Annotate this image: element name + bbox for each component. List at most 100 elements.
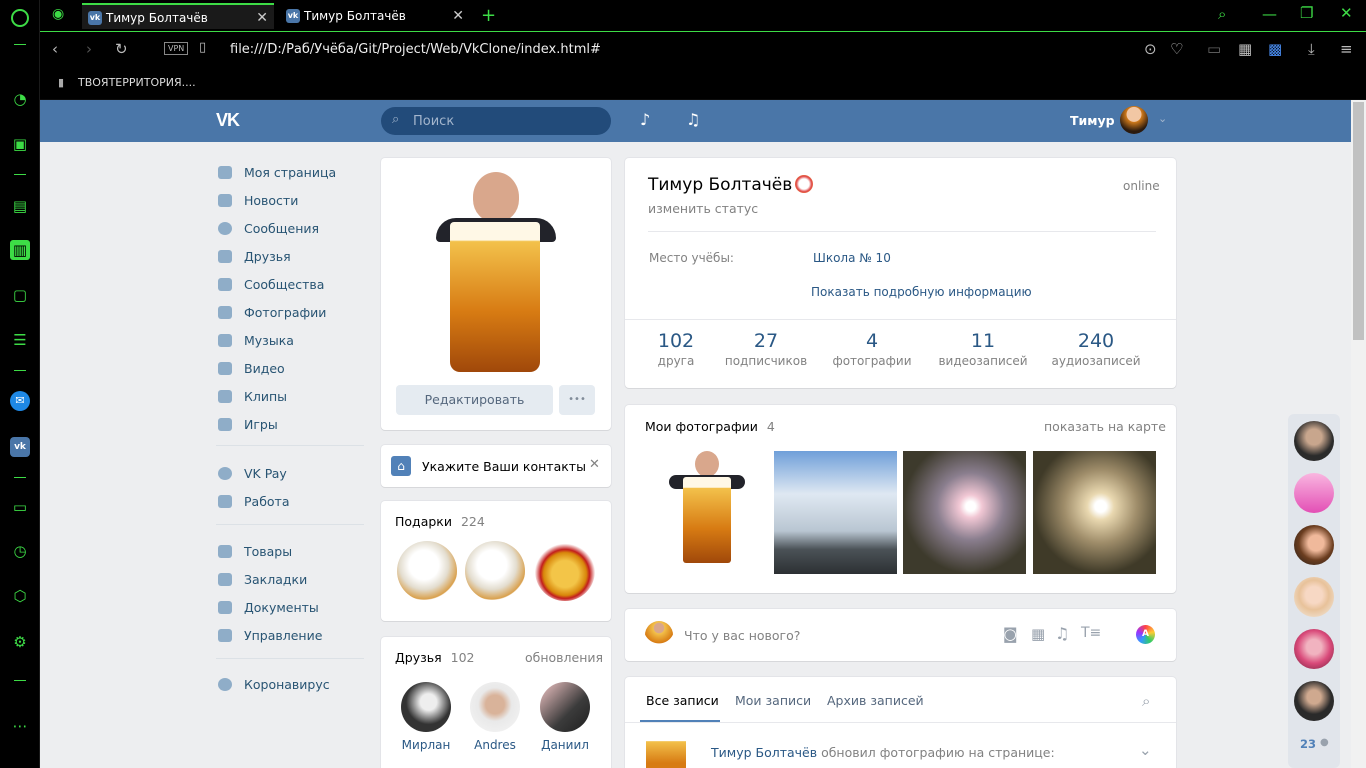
heart-icon[interactable]: ♡	[1170, 40, 1183, 58]
menu-item-music[interactable]: Музыка	[216, 330, 294, 352]
vk-logo[interactable]: VK	[216, 110, 240, 131]
avatar-picker-icon[interactable]: A	[1136, 625, 1155, 644]
extension-icon[interactable]: ▦	[1238, 40, 1252, 58]
notes-icon[interactable]: ☰	[10, 330, 30, 350]
tab-inactive[interactable]: vk Тимур Болтачёв ✕	[280, 3, 470, 29]
menu-icon[interactable]: ≡	[1340, 40, 1353, 58]
photo-thumbnail[interactable]	[1033, 451, 1156, 574]
stat-followers[interactable]: 27 подписчиков	[716, 330, 816, 368]
chevron-down-icon[interactable]: ⌄	[1139, 741, 1152, 759]
video-icon[interactable]: ▦	[1031, 625, 1045, 643]
chat-avatar[interactable]	[1294, 525, 1334, 565]
search-icon[interactable]: ⌕	[1142, 692, 1150, 710]
scrollbar-thumb[interactable]	[1353, 102, 1364, 340]
tab-active[interactable]: vk Тимур Болтачёв ✕	[82, 3, 274, 29]
reader-icon[interactable]: ▥	[10, 240, 30, 260]
change-status-link[interactable]: изменить статус	[648, 201, 758, 216]
chat-avatar[interactable]	[1294, 681, 1334, 721]
url-field[interactable]: file:///D:/Раб/Учёба/Git/Project/Web/VkC…	[230, 42, 601, 57]
forward-icon[interactable]: ›	[86, 40, 92, 58]
wall-tab-archive[interactable]: Архив записей	[827, 693, 924, 708]
messenger-icon[interactable]: ✉	[10, 391, 30, 411]
vk-messenger-icon[interactable]: vk	[10, 437, 30, 457]
menu-item-vkpay[interactable]: VK Pay	[216, 463, 287, 485]
edit-profile-button[interactable]: Редактировать	[396, 385, 553, 415]
chat-count[interactable]: 23	[1300, 737, 1316, 751]
chat-avatar[interactable]	[1294, 421, 1334, 461]
snapshot-icon[interactable]: ⊙	[1144, 40, 1157, 58]
menu-item-goods[interactable]: Товары	[216, 541, 292, 563]
menu-item-covid[interactable]: Коронавирус	[216, 674, 330, 696]
bookmark-item[interactable]: ТВОЯТЕРРИТОРИЯ....	[78, 76, 196, 89]
contacts-prompt-link[interactable]: Укажите Ваши контакты	[422, 459, 586, 474]
menu-item-news[interactable]: Новости	[216, 190, 298, 212]
show-on-map-link[interactable]: показать на карте	[1044, 419, 1166, 434]
wallet-icon[interactable]: ▭	[1207, 40, 1221, 58]
close-tab-icon[interactable]: ✕	[452, 3, 464, 29]
education-value[interactable]: Школа № 10	[813, 251, 891, 265]
friend-avatar[interactable]	[470, 682, 520, 732]
maximize-icon[interactable]: ❐	[1300, 4, 1313, 22]
user-name[interactable]: Тимур	[1070, 113, 1115, 128]
menu-item-bookmarks[interactable]: Закладки	[216, 569, 307, 591]
search-tabs-icon[interactable]: ⌕	[1218, 5, 1226, 23]
new-tab-icon[interactable]: +	[481, 5, 496, 26]
photo-thumbnail[interactable]	[645, 451, 768, 574]
gift-item[interactable]	[465, 541, 525, 601]
friend-avatar[interactable]	[540, 682, 590, 732]
menu-item-my-page[interactable]: Моя страница	[216, 162, 336, 184]
gamepad-icon[interactable]: ▢	[10, 285, 30, 305]
stat-audios[interactable]: 240 аудиозаписей	[1046, 330, 1146, 368]
friend-name[interactable]: Мирлан	[391, 738, 461, 752]
friends-title[interactable]: Друзья	[395, 650, 442, 665]
download-icon[interactable]: ⤓	[1308, 40, 1315, 58]
stat-videos[interactable]: 11 видеозаписей	[933, 330, 1033, 368]
music-icon[interactable]: ♫	[1055, 624, 1069, 643]
friend-avatar[interactable]	[401, 682, 451, 732]
friends-updates-link[interactable]: обновления	[525, 650, 603, 665]
extensions-icon[interactable]: ⬡	[10, 586, 30, 606]
photo-thumbnail[interactable]	[774, 451, 897, 574]
more-button[interactable]: •••	[559, 385, 595, 415]
user-avatar[interactable]	[1120, 106, 1148, 134]
menu-item-work[interactable]: Работа	[216, 491, 290, 513]
friend-name[interactable]: Andres	[460, 738, 530, 752]
composer-input[interactable]: Что у вас нового?	[684, 628, 800, 643]
menu-item-photos[interactable]: Фотографии	[216, 302, 326, 324]
game-tab-icon[interactable]: ◉	[52, 6, 64, 22]
workspace-icon[interactable]: ▤	[10, 196, 30, 216]
chat-avatar[interactable]	[1294, 577, 1334, 617]
chat-avatar[interactable]	[1294, 629, 1334, 669]
history-icon[interactable]: ◷	[10, 541, 30, 561]
photo-thumbnail[interactable]	[903, 451, 1026, 574]
music-icon[interactable]: ♫	[686, 110, 700, 129]
menu-item-video[interactable]: Видео	[216, 358, 285, 380]
text-format-icon[interactable]: T≡	[1081, 625, 1101, 641]
menu-item-groups[interactable]: Сообщества	[216, 274, 324, 296]
settings-icon[interactable]: ⚙	[10, 632, 30, 652]
news-feed-icon[interactable]: ▭	[10, 497, 30, 517]
scrollbar[interactable]	[1351, 100, 1366, 768]
show-more-info-link[interactable]: Показать подробную информацию	[811, 285, 1032, 299]
bell-icon[interactable]: ♪	[640, 110, 650, 129]
friend-name[interactable]: Даниил	[530, 738, 600, 752]
stat-friends[interactable]: 102 друга	[626, 330, 726, 368]
menu-item-games[interactable]: Игры	[216, 414, 278, 436]
menu-item-friends[interactable]: Друзья	[216, 246, 291, 268]
menu-item-messages[interactable]: Сообщения	[216, 218, 319, 240]
gift-item[interactable]	[535, 541, 595, 601]
search-box[interactable]: ⌕ Поиск	[381, 107, 611, 135]
post-author-avatar[interactable]	[646, 735, 686, 768]
search-input[interactable]: Поиск	[413, 114, 454, 129]
close-icon[interactable]: ✕	[589, 457, 600, 472]
close-tab-icon[interactable]: ✕	[256, 5, 268, 31]
menu-item-clips[interactable]: Клипы	[216, 386, 287, 408]
translate-icon[interactable]: ▩	[1268, 40, 1282, 58]
twitch-icon[interactable]: ▣	[10, 134, 30, 154]
post-author-name[interactable]: Тимур Болтачёв	[711, 745, 817, 760]
menu-item-documents[interactable]: Документы	[216, 597, 319, 619]
stat-photos[interactable]: 4 фотографии	[822, 330, 922, 368]
chevron-down-icon[interactable]: ⌄	[1158, 112, 1167, 125]
menu-item-manage[interactable]: Управление	[216, 625, 322, 647]
chat-avatar[interactable]	[1294, 473, 1334, 513]
